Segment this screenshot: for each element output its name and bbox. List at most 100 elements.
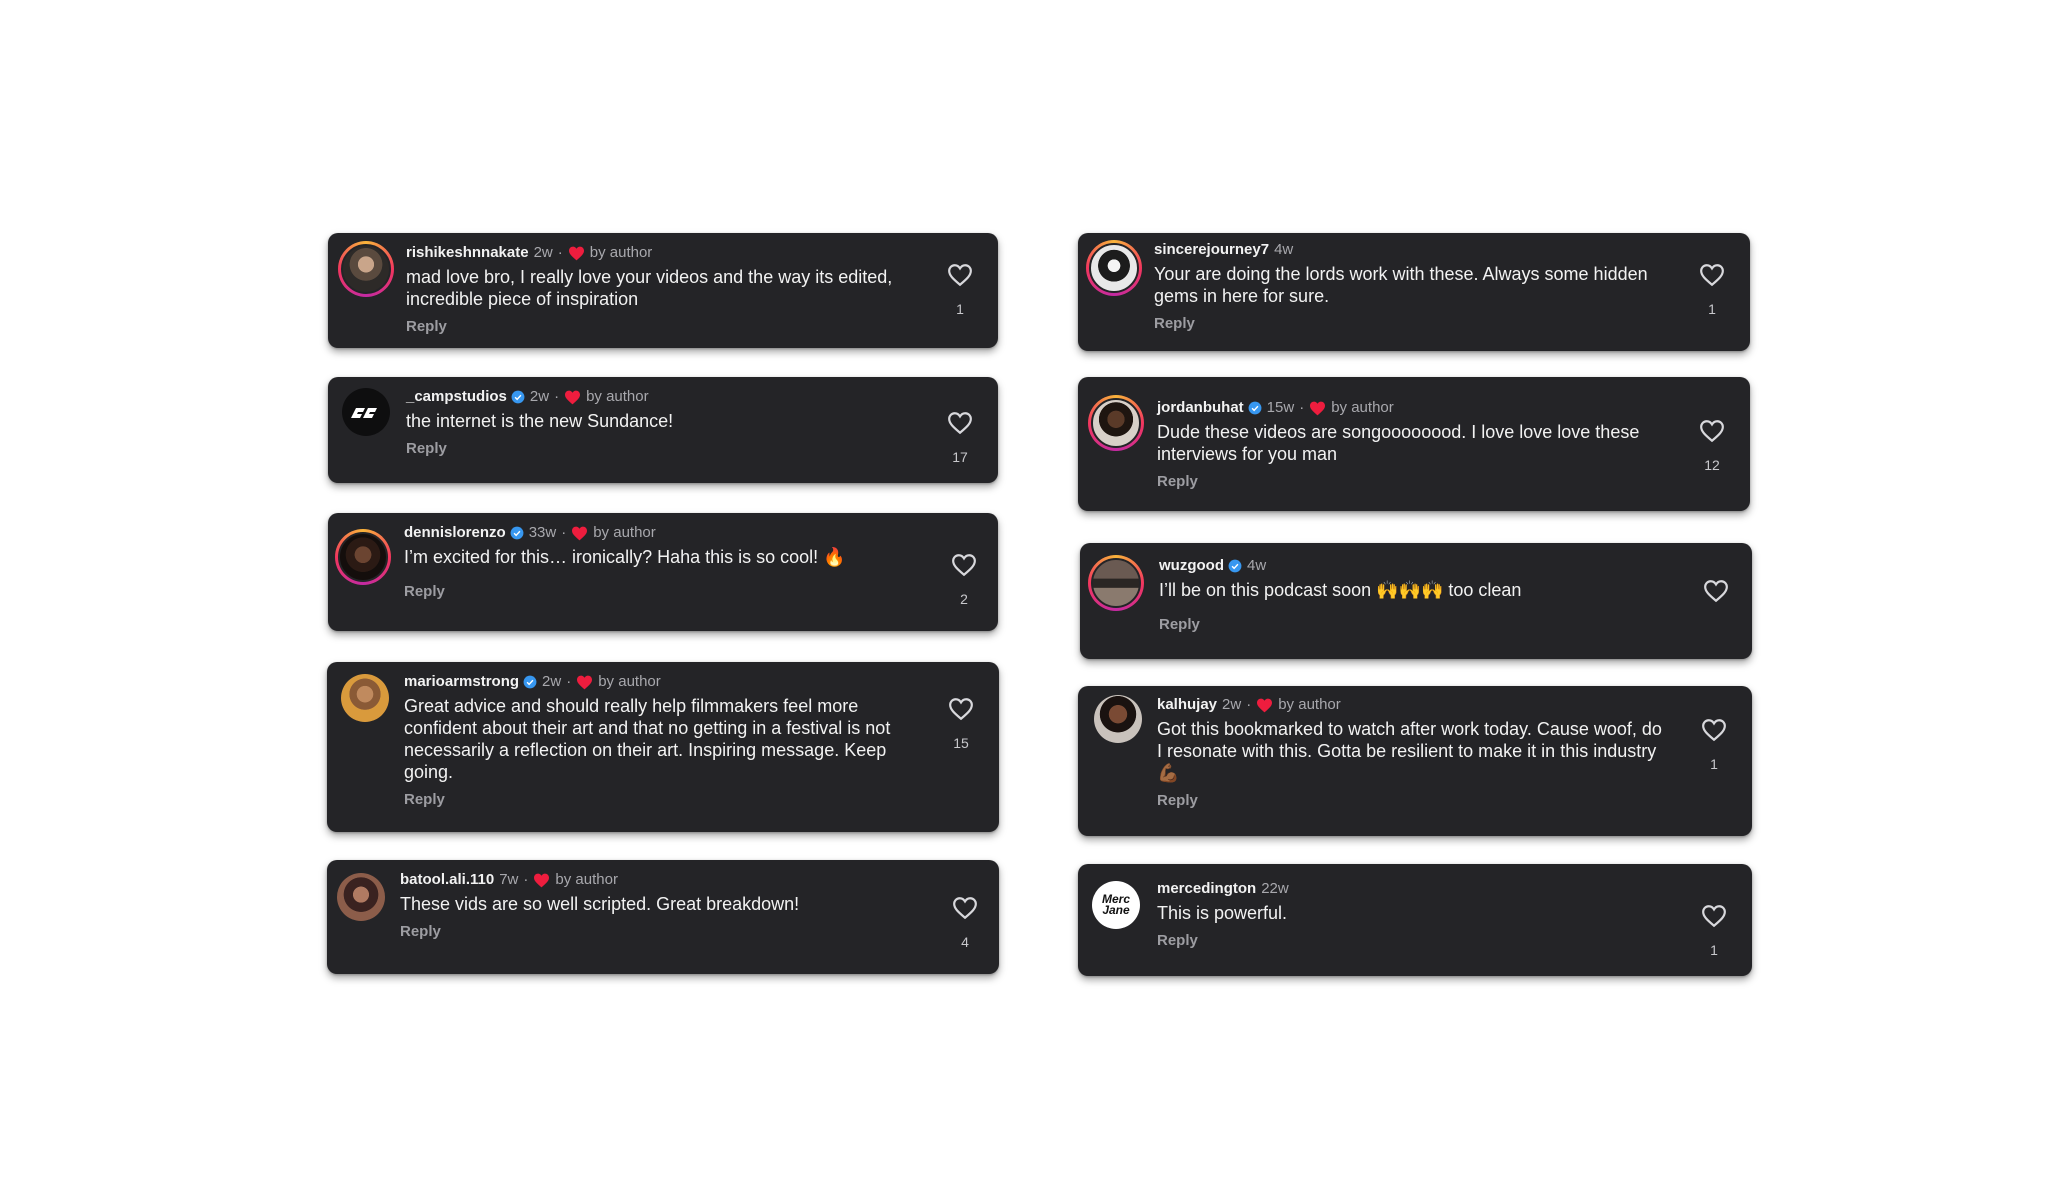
comment-meta: kalhujay 2w · by author bbox=[1157, 695, 1341, 715]
camp-studios-logo-icon[interactable] bbox=[342, 388, 390, 436]
timestamp: 7w bbox=[499, 871, 519, 888]
timestamp: 2w bbox=[542, 673, 562, 690]
comment-card: dennislorenzo 33w · by author I’m excite… bbox=[328, 513, 998, 631]
comment-meta: mercedington 22w bbox=[1157, 879, 1666, 899]
comment-text: Dude these videos are songoooooood. I lo… bbox=[1157, 422, 1640, 464]
comment-text: Got this bookmarked to watch after work … bbox=[1157, 719, 1662, 783]
username[interactable]: mercedington bbox=[1157, 879, 1256, 899]
username[interactable]: marioarmstrong bbox=[404, 672, 519, 692]
verified-badge-icon bbox=[510, 526, 524, 540]
reply-button[interactable]: Reply bbox=[1159, 615, 1666, 635]
like-control: 1 bbox=[1696, 263, 1728, 317]
reply-button[interactable]: Reply bbox=[404, 790, 913, 810]
reply-button[interactable]: Reply bbox=[1154, 314, 1664, 334]
avatar[interactable] bbox=[341, 674, 389, 722]
comment-meta: wuzgood 4w bbox=[1159, 556, 1666, 576]
comment-card: marioarmstrong 2w · by author Great advi… bbox=[327, 662, 999, 832]
comment-card: kalhujay 2w · by author Got this bookmar… bbox=[1078, 686, 1752, 836]
username[interactable]: rishikeshnnakate bbox=[406, 243, 529, 263]
like-control: 12 bbox=[1696, 419, 1728, 473]
username[interactable]: wuzgood bbox=[1159, 556, 1224, 576]
like-control: 2 bbox=[948, 553, 980, 607]
avatar[interactable] bbox=[1088, 555, 1144, 611]
timestamp: 2w bbox=[533, 244, 553, 261]
comment-text: the internet is the new Sundance! bbox=[406, 411, 674, 431]
username[interactable]: sincerejourney7 bbox=[1154, 240, 1269, 260]
comment-meta: marioarmstrong 2w · by author bbox=[404, 672, 661, 692]
like-count: 1 bbox=[956, 301, 964, 317]
timestamp: 22w bbox=[1261, 880, 1289, 897]
comment-card: wuzgood 4w I’ll be on this podcast soon … bbox=[1080, 543, 1752, 659]
like-control: 4 bbox=[949, 896, 981, 950]
like-count: 1 bbox=[1708, 301, 1716, 317]
avatar[interactable] bbox=[1086, 240, 1142, 296]
by-author-label: by author bbox=[598, 673, 661, 690]
comment-meta: rishikeshnnakate 2w · by author bbox=[406, 243, 653, 263]
heart-filled-icon bbox=[1257, 698, 1273, 712]
logo-text: Merc Jane bbox=[1102, 892, 1130, 917]
comment-card: batool.ali.110 7w · by author These vids… bbox=[327, 860, 999, 974]
heart-outline-icon[interactable] bbox=[952, 896, 978, 920]
username[interactable]: kalhujay bbox=[1157, 695, 1217, 715]
by-author-label: by author bbox=[1331, 399, 1394, 416]
like-control: 1 bbox=[944, 263, 976, 317]
reply-button[interactable]: Reply bbox=[406, 317, 912, 337]
comment-card: rishikeshnnakate 2w · by author mad love… bbox=[328, 233, 998, 348]
comment-text: These vids are so well scripted. Great b… bbox=[400, 894, 800, 914]
username[interactable]: dennislorenzo bbox=[404, 523, 506, 543]
comment-card: _campstudios 2w · by author the internet… bbox=[328, 377, 998, 483]
heart-outline-icon[interactable] bbox=[1703, 579, 1729, 603]
verified-badge-icon bbox=[1228, 559, 1242, 573]
timestamp: 2w bbox=[529, 388, 550, 405]
comment-meta: jordanbuhat 15w · by author bbox=[1157, 398, 1394, 418]
merc-jane-logo-mark: Merc Jane bbox=[1102, 892, 1130, 917]
like-control: 1 bbox=[1698, 718, 1730, 772]
verified-badge-icon bbox=[1248, 401, 1262, 415]
comment-meta: dennislorenzo 33w · by author bbox=[404, 523, 656, 543]
heart-outline-icon[interactable] bbox=[1701, 904, 1727, 928]
username[interactable]: batool.ali.110 bbox=[400, 870, 494, 890]
username[interactable]: _campstudios bbox=[406, 387, 507, 407]
like-control bbox=[1700, 579, 1732, 617]
timestamp: 4w bbox=[1274, 241, 1294, 258]
verified-badge-icon bbox=[523, 675, 537, 689]
heart-filled-icon bbox=[572, 526, 588, 540]
verified-badge-icon bbox=[511, 390, 525, 404]
avatar[interactable] bbox=[1088, 395, 1144, 451]
reply-button[interactable]: Reply bbox=[400, 922, 913, 942]
by-author-label: by author bbox=[589, 244, 653, 261]
comment-card: Merc Jane mercedington 22w This is powerf… bbox=[1078, 864, 1752, 976]
camp-logo-mark bbox=[351, 408, 377, 418]
like-count: 2 bbox=[960, 591, 968, 607]
by-author-label: by author bbox=[586, 388, 649, 405]
heart-filled-icon bbox=[568, 246, 584, 260]
reply-button[interactable]: Reply bbox=[406, 439, 912, 459]
avatar[interactable] bbox=[337, 873, 385, 921]
heart-outline-icon[interactable] bbox=[947, 411, 973, 435]
reply-button[interactable]: Reply bbox=[1157, 791, 1666, 811]
reply-button[interactable]: Reply bbox=[1157, 472, 1664, 492]
heart-outline-icon[interactable] bbox=[948, 697, 974, 721]
comment-text: I’m excited for this… ironically? Haha t… bbox=[404, 547, 846, 567]
comment-meta: batool.ali.110 7w · by author bbox=[400, 870, 618, 890]
heart-outline-icon[interactable] bbox=[951, 553, 977, 577]
username[interactable]: jordanbuhat bbox=[1157, 398, 1244, 418]
merc-jane-logo-icon[interactable]: Merc Jane bbox=[1092, 881, 1140, 929]
heart-outline-icon[interactable] bbox=[947, 263, 973, 287]
heart-filled-icon bbox=[577, 675, 593, 689]
like-control: 17 bbox=[944, 411, 976, 465]
heart-outline-icon[interactable] bbox=[1701, 718, 1727, 742]
timestamp: 4w bbox=[1246, 557, 1267, 574]
avatar[interactable] bbox=[1094, 695, 1142, 743]
reply-button[interactable]: Reply bbox=[1157, 931, 1666, 951]
timestamp: 2w bbox=[1222, 696, 1242, 713]
comment-meta: sincerejourney7 4w bbox=[1154, 240, 1664, 260]
like-count: 17 bbox=[952, 449, 968, 465]
heart-outline-icon[interactable] bbox=[1699, 263, 1725, 287]
heart-filled-icon bbox=[565, 390, 581, 404]
heart-outline-icon[interactable] bbox=[1699, 419, 1725, 443]
comment-text: Great advice and should really help film… bbox=[404, 696, 891, 782]
avatar[interactable] bbox=[335, 529, 391, 585]
reply-button[interactable]: Reply bbox=[404, 582, 912, 602]
avatar[interactable] bbox=[338, 241, 394, 297]
